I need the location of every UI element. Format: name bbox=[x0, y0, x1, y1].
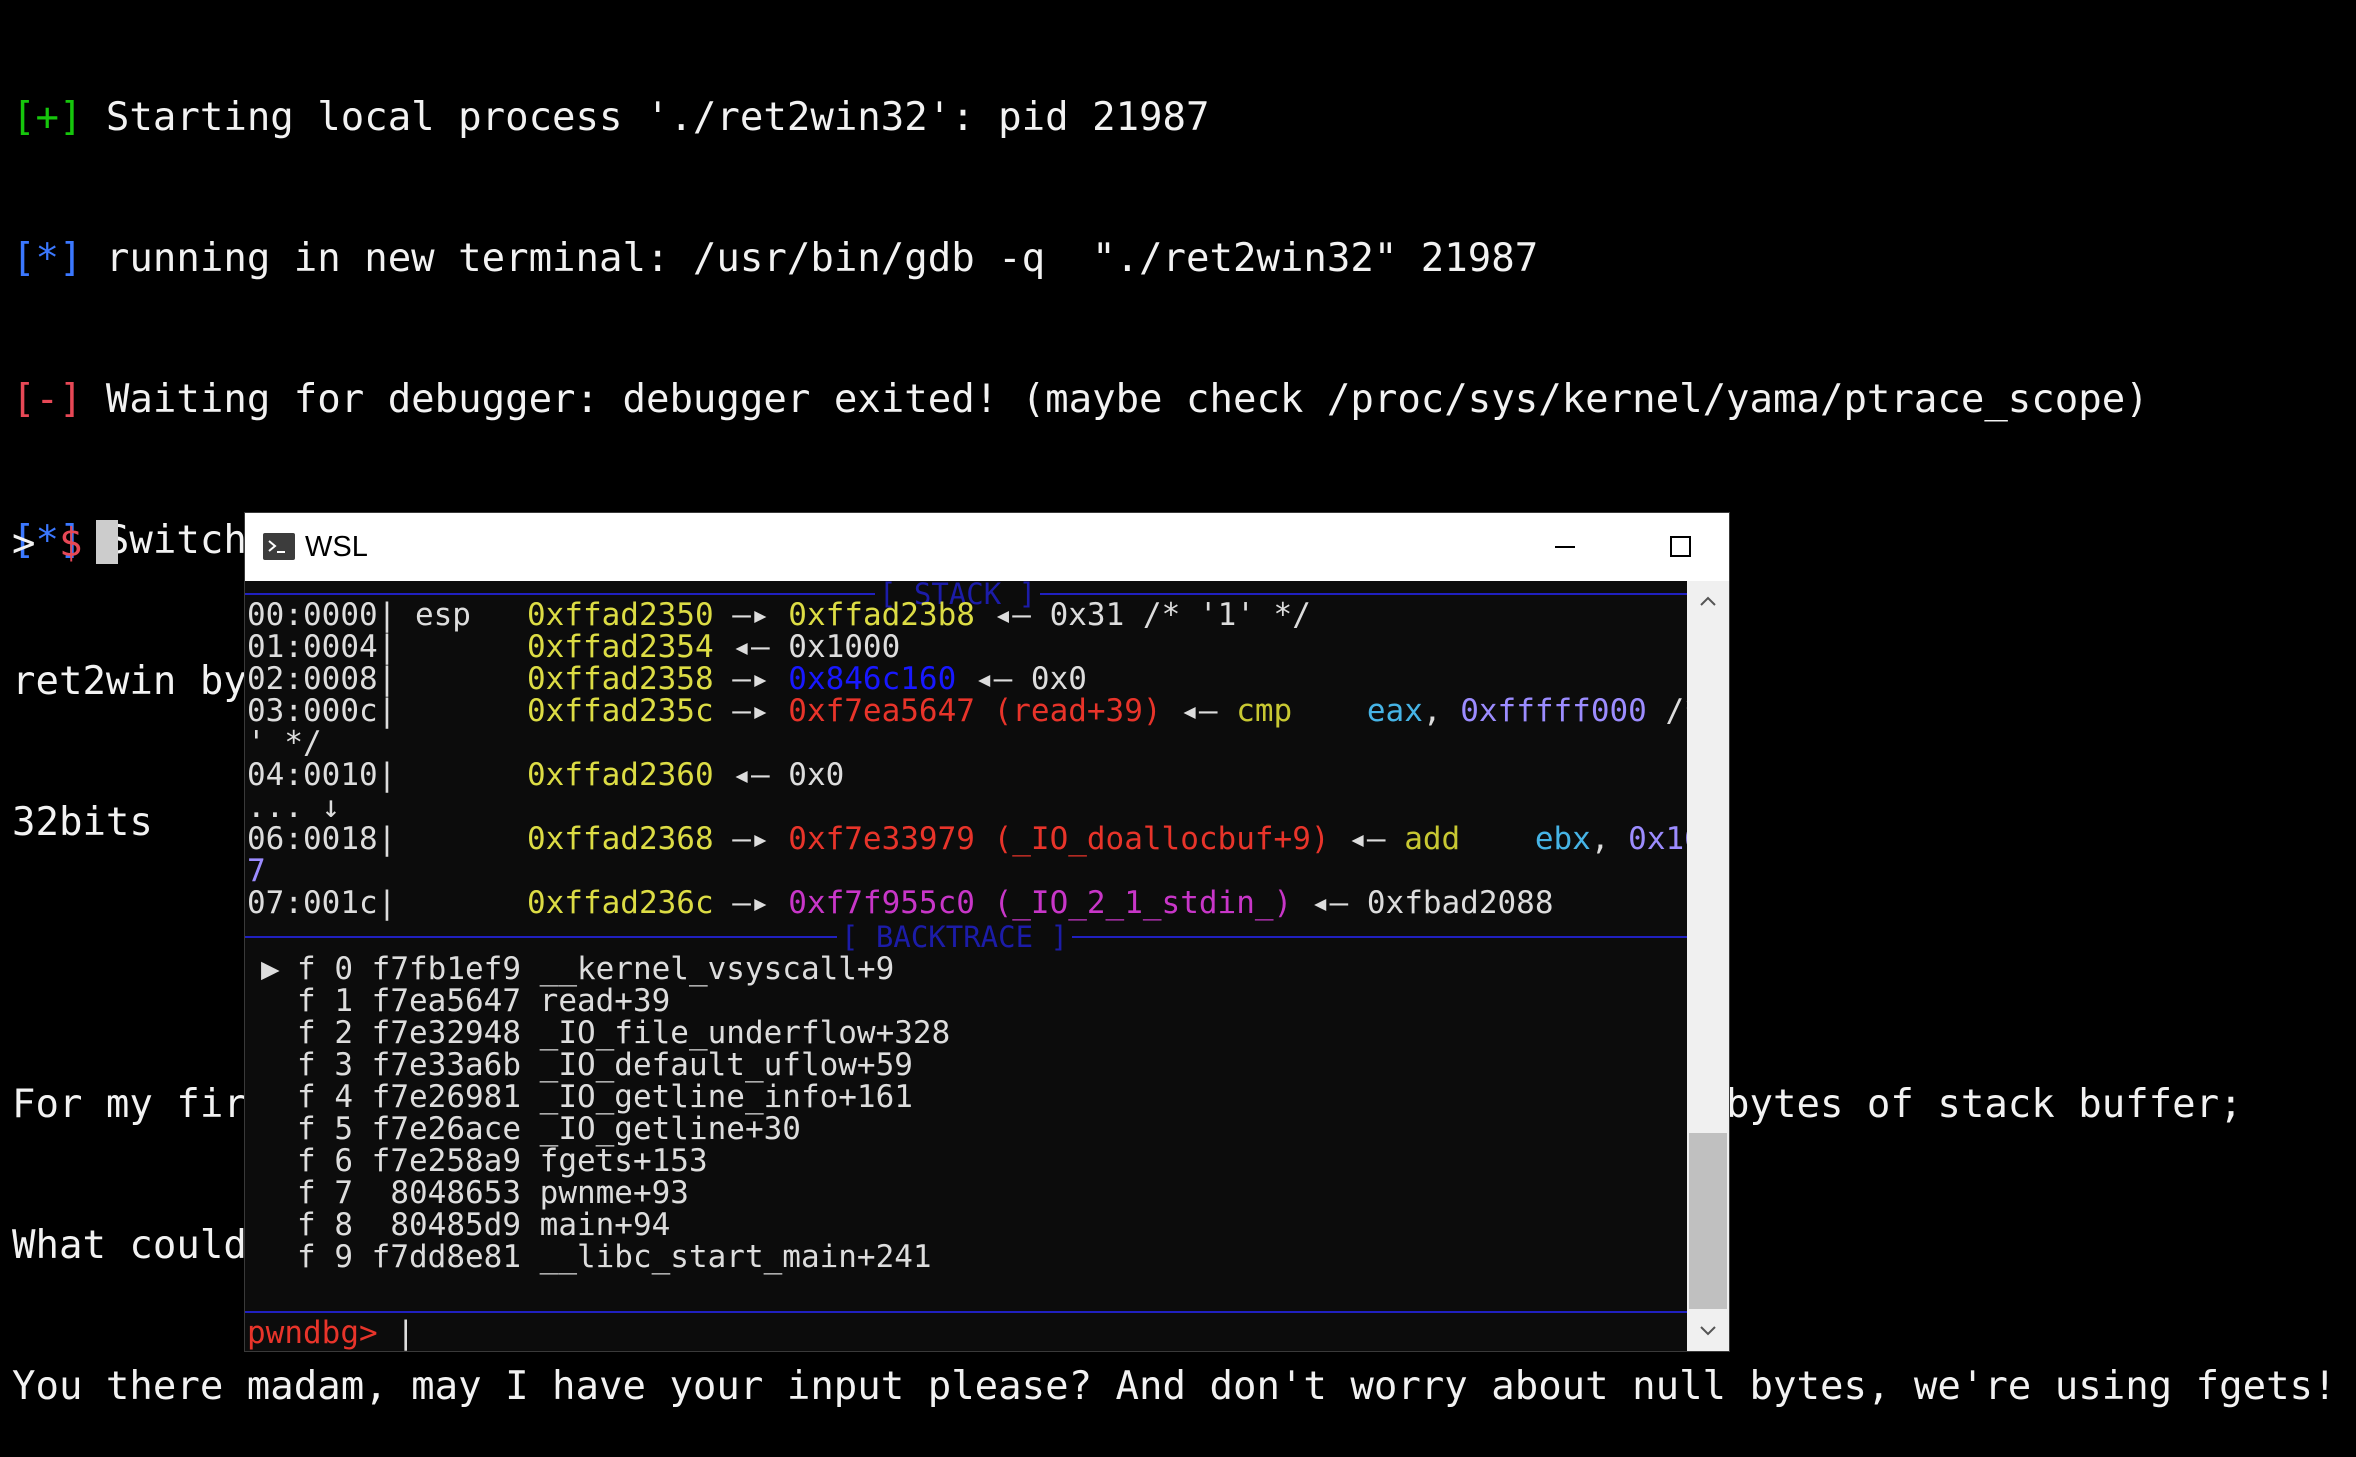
frame-address: f7ea5647 bbox=[371, 983, 521, 1019]
stack-row: 06:0018| 0xffad2368 —▸ 0xf7e33979 (_IO_d… bbox=[247, 821, 1687, 857]
stack-row: 03:000c| 0xffad235c —▸ 0xf7ea5647 (read+… bbox=[247, 693, 1687, 729]
frame-symbol: _IO_getline_info+161 bbox=[539, 1079, 913, 1115]
status-tag: [-] bbox=[12, 377, 83, 422]
scroll-up-button[interactable] bbox=[1687, 581, 1729, 621]
chevron-up-icon bbox=[1700, 596, 1716, 606]
prompt-dollar: $ bbox=[58, 521, 83, 566]
vertical-scrollbar[interactable] bbox=[1687, 581, 1729, 1351]
scrollbar-thumb[interactable] bbox=[1689, 1133, 1727, 1309]
backtrace-row: f 1 f7ea5647 read+39 bbox=[247, 985, 670, 1017]
gdb-prompt: pwndbg> bbox=[247, 1315, 378, 1351]
frame-address: 80485d9 bbox=[371, 1207, 521, 1243]
frame-symbol: _IO_getline+30 bbox=[539, 1111, 801, 1147]
frame-address: f7e26981 bbox=[371, 1079, 521, 1115]
stack-row: 00:0000| esp 0xffad2350 —▸ 0xffad23b8 ◂—… bbox=[247, 597, 1311, 633]
status-tag: [+] bbox=[12, 95, 83, 140]
frame-symbol: __kernel_vsyscall+9 bbox=[539, 951, 895, 987]
output-line: [*] running in new terminal: /usr/bin/gd… bbox=[12, 236, 1539, 281]
output-line: [+] Starting local process './ret2win32'… bbox=[12, 95, 1210, 140]
frame-address: f7fb1ef9 bbox=[371, 951, 521, 987]
prompt-divider bbox=[245, 1311, 1687, 1313]
frame-index: f 2 bbox=[297, 1015, 353, 1051]
frame-address: 8048653 bbox=[371, 1175, 521, 1211]
output-line: [-] Waiting for debugger: debugger exite… bbox=[12, 377, 2149, 422]
wsl-window[interactable]: WSL [ STACK ] 00:0000| esp 0xffad2350 —▸… bbox=[244, 512, 1807, 1352]
backtrace-row: ▶ f 0 f7fb1ef9 __kernel_vsyscall+9 bbox=[247, 953, 894, 985]
text-cursor bbox=[96, 520, 119, 564]
gdb-cursor: | bbox=[396, 1315, 415, 1351]
status-tag: [*] bbox=[12, 236, 83, 281]
output-line: You there madam, may I have your input p… bbox=[12, 1364, 2337, 1409]
frame-address: f7e258a9 bbox=[371, 1143, 521, 1179]
backtrace-row: f 4 f7e26981 _IO_getline_info+161 bbox=[247, 1081, 913, 1113]
backtrace-label: [ BACKTRACE ] bbox=[837, 921, 1072, 953]
frame-symbol: read+39 bbox=[539, 983, 671, 1019]
stack-row-wrap: ' */ bbox=[247, 725, 322, 761]
gdb-prompt-line[interactable]: pwndbg> | bbox=[247, 1317, 415, 1349]
frame-index: f 8 bbox=[297, 1207, 353, 1243]
frame-index: f 1 bbox=[297, 983, 353, 1019]
frame-symbol: _IO_default_uflow+59 bbox=[539, 1047, 913, 1083]
backtrace-row: f 6 f7e258a9 fgets+153 bbox=[247, 1145, 708, 1177]
frame-index: f 6 bbox=[297, 1143, 353, 1179]
pwndbg-output[interactable]: [ STACK ] 00:0000| esp 0xffad2350 —▸ 0xf… bbox=[245, 581, 1687, 1351]
minimize-button[interactable] bbox=[1507, 513, 1623, 581]
frame-symbol: pwnme+93 bbox=[539, 1175, 689, 1211]
frame-address: f7e32948 bbox=[371, 1015, 521, 1051]
frame-index: f 9 bbox=[297, 1239, 353, 1275]
stack-row: 07:001c| 0xffad236c —▸ 0xf7f955c0 (_IO_2… bbox=[247, 885, 1554, 921]
close-icon bbox=[1785, 536, 1807, 558]
backtrace-row: f 7 8048653 pwnme+93 bbox=[247, 1177, 689, 1209]
terminal-icon bbox=[263, 533, 295, 560]
scroll-down-button[interactable] bbox=[1687, 1311, 1729, 1351]
frame-address: f7e26ace bbox=[371, 1111, 521, 1147]
stack-row-wrap: 7 bbox=[247, 853, 266, 889]
stack-row: 04:0010| 0xffad2360 ◂— 0x0 bbox=[247, 757, 845, 793]
frame-symbol: main+94 bbox=[539, 1207, 671, 1243]
backtrace-row: f 3 f7e33a6b _IO_default_uflow+59 bbox=[247, 1049, 913, 1081]
frame-index: f 0 bbox=[297, 951, 353, 987]
frame-address: f7dd8e81 bbox=[371, 1239, 521, 1275]
frame-symbol: fgets+153 bbox=[539, 1143, 708, 1179]
window-title: WSL bbox=[305, 531, 368, 563]
minimize-icon bbox=[1555, 546, 1575, 548]
frame-symbol: _IO_file_underflow+328 bbox=[539, 1015, 951, 1051]
backtrace-row: f 9 f7dd8e81 __libc_start_main+241 bbox=[247, 1241, 932, 1273]
chevron-down-icon bbox=[1700, 1326, 1716, 1336]
frame-index: f 3 bbox=[297, 1047, 353, 1083]
maximize-button[interactable] bbox=[1623, 513, 1739, 581]
frame-index: f 4 bbox=[297, 1079, 353, 1115]
frame-address: f7e33a6b bbox=[371, 1047, 521, 1083]
backtrace-marker: ▶ bbox=[261, 951, 280, 987]
backtrace-row: f 5 f7e26ace _IO_getline+30 bbox=[247, 1113, 801, 1145]
backtrace-row: f 2 f7e32948 _IO_file_underflow+328 bbox=[247, 1017, 950, 1049]
stack-skip: ... ↓ bbox=[247, 789, 341, 825]
prompt-arrow: > bbox=[12, 521, 36, 566]
frame-index: f 7 bbox=[297, 1175, 353, 1211]
window-titlebar[interactable]: WSL bbox=[245, 513, 1807, 581]
shell-prompt[interactable]: > $ bbox=[12, 520, 119, 567]
backtrace-row: f 8 80485d9 main+94 bbox=[247, 1209, 670, 1241]
frame-index: f 5 bbox=[297, 1111, 353, 1147]
stack-row: 01:0004| 0xffad2354 ◂— 0x1000 bbox=[247, 629, 901, 665]
maximize-icon bbox=[1670, 536, 1691, 557]
close-button[interactable] bbox=[1739, 513, 1855, 581]
stack-row: 02:0008| 0xffad2358 —▸ 0x846c160 ◂— 0x0 bbox=[247, 661, 1087, 697]
frame-symbol: __libc_start_main+241 bbox=[539, 1239, 932, 1275]
